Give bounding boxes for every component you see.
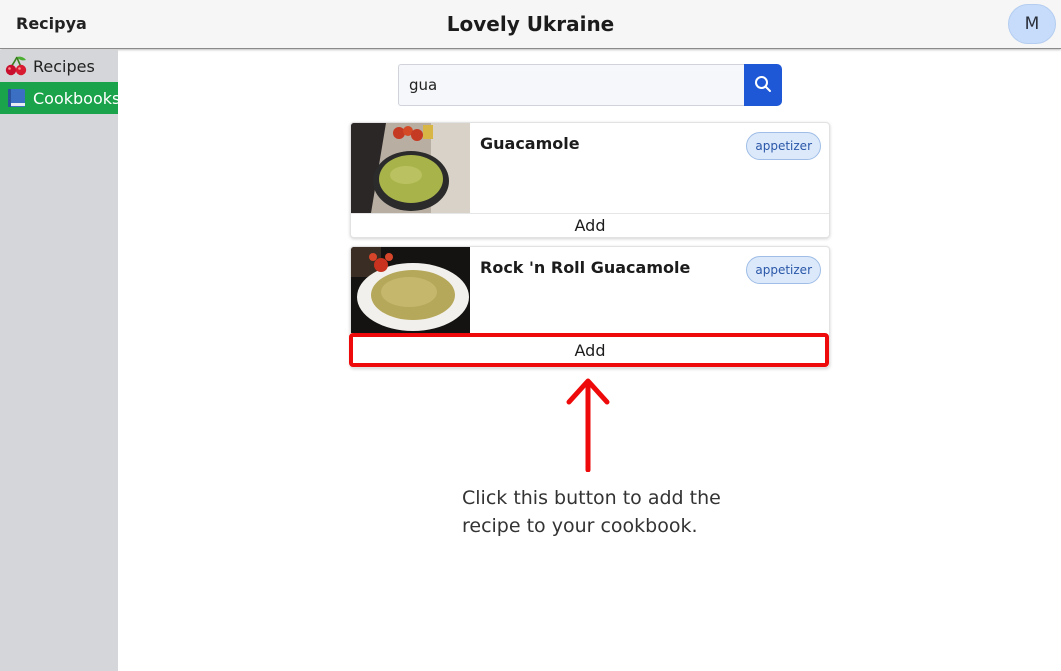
annotation-text: Click this button to add the recipe to y… (462, 487, 721, 537)
sidebar-item-recipes[interactable]: Recipes (0, 50, 118, 82)
sidebar: Recipes Cookbooks (0, 50, 121, 671)
arrow-up-icon (565, 376, 611, 476)
recipe-card: Guacamole appetizer Add (350, 122, 830, 238)
top-bar: Recipya Lovely Ukraine M (0, 0, 1061, 49)
search-bar (398, 64, 782, 106)
category-badge: appetizer (746, 256, 821, 284)
page-title: Lovely Ukraine (446, 12, 615, 36)
blue-book-icon (5, 87, 28, 109)
cherries-icon (5, 55, 28, 77)
search-button[interactable] (744, 64, 782, 106)
sidebar-item-label: Cookbooks (33, 88, 121, 108)
search-input[interactable] (398, 64, 744, 106)
add-recipe-button[interactable]: Add (351, 213, 829, 237)
recipe-title[interactable]: Rock 'n Roll Guacamole (480, 258, 690, 333)
add-recipe-button[interactable]: Add (351, 333, 829, 367)
category-badge: appetizer (746, 132, 821, 160)
avatar[interactable]: M (1008, 4, 1056, 44)
recipe-image[interactable] (351, 247, 470, 333)
sidebar-item-label: Recipes (33, 56, 95, 76)
search-icon (754, 75, 772, 96)
recipe-title[interactable]: Guacamole (480, 134, 580, 213)
recipe-card: Rock 'n Roll Guacamole appetizer Add (350, 246, 830, 368)
recipe-image[interactable] (351, 123, 470, 213)
sidebar-item-cookbooks[interactable]: Cookbooks (0, 82, 121, 114)
